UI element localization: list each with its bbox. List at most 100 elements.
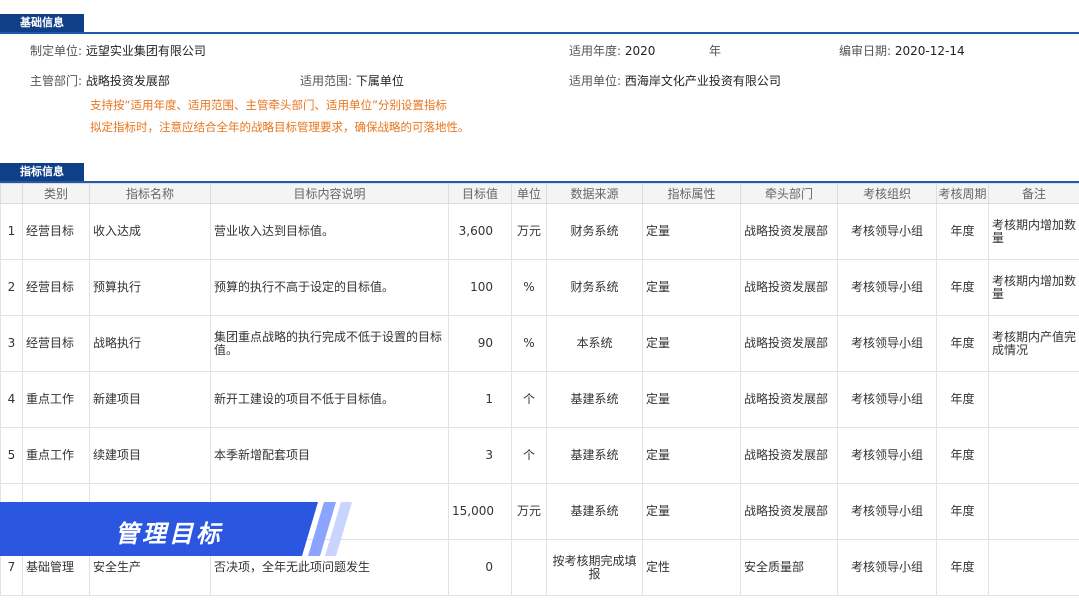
data-source-cell: 财务系统: [546, 259, 643, 316]
unit-label: 适用单位:: [569, 74, 622, 88]
col-header: 单位: [511, 183, 547, 204]
assess-org-cell: 考核领导小组: [837, 203, 937, 260]
unit-cell: [511, 539, 547, 596]
target-value-cell: 15,000: [448, 483, 512, 540]
target-value-cell: 90: [448, 315, 512, 372]
basic-info-title: 基础信息: [0, 14, 84, 32]
target-value-cell: 100: [448, 259, 512, 316]
table-row[interactable]: 2 经营目标 预算执行 预算的执行不高于设定的目标值。 100% 财务系统 定量 战略投资发展…: [0, 259, 1079, 316]
row-index: 2: [0, 259, 23, 316]
note-line-1: 支持按“适用年度、适用范围、主管牵头部门、适用单位”分别设置指标: [90, 98, 447, 112]
attribute-cell: 定量: [642, 203, 741, 260]
assess-org-cell: 考核领导小组: [837, 259, 937, 316]
col-header: 考核周期: [936, 183, 989, 204]
unit-cell: 万元: [511, 203, 547, 260]
scope-label: 适用范围:: [300, 74, 353, 88]
lead-dept-cell: 战略投资发展部: [740, 259, 838, 316]
data-source-cell: 按考核期完成填报: [546, 539, 643, 596]
period-cell: 年度: [936, 259, 989, 316]
data-source-cell: 基建系统: [546, 371, 643, 428]
dept-field: 主管部门: 战略投资发展部: [30, 72, 170, 89]
col-header: 数据来源: [546, 183, 643, 204]
year-value[interactable]: 2020: [625, 44, 656, 58]
table-header-row: 类别 指标名称 目标内容说明 目标值 单位 数据来源 指标属性 牵头部门 考核组…: [0, 183, 1079, 204]
col-header: 考核组织: [837, 183, 937, 204]
org-field: 制定单位: 远望实业集团有限公司: [30, 42, 206, 59]
attribute-cell: 定量: [642, 371, 741, 428]
indicator-info-title: 指标信息: [0, 163, 84, 181]
lead-dept-cell: 战略投资发展部: [740, 427, 838, 484]
description-cell: 新开工建设的项目不低于目标值。: [210, 371, 449, 428]
note-line-2: 拟定指标时，注意应结合全年的战略目标管理要求，确保战略的可落地性。: [90, 120, 470, 134]
category-cell: 重点工作: [22, 427, 90, 484]
row-index: 3: [0, 315, 23, 372]
row-index: 1: [0, 203, 23, 260]
attribute-cell: 定量: [642, 315, 741, 372]
remark-cell: 考核期内增加数量: [988, 259, 1079, 316]
assess-org-cell: 考核领导小组: [837, 371, 937, 428]
lead-dept-cell: 战略投资发展部: [740, 483, 838, 540]
unit-cell: %: [511, 315, 547, 372]
target-value-cell: 3,600: [448, 203, 512, 260]
unit-cell: 万元: [511, 483, 547, 540]
org-label: 制定单位:: [30, 44, 83, 58]
col-header: 指标名称: [89, 183, 211, 204]
scope-value[interactable]: 下属单位: [356, 74, 404, 88]
indicator-name-cell: 新建项目: [89, 371, 211, 428]
year-label: 适用年度:: [569, 44, 622, 58]
col-header: 备注: [988, 183, 1079, 204]
category-cell: 经营目标: [22, 203, 90, 260]
date-value[interactable]: 2020-12-14: [895, 44, 965, 58]
attribute-cell: 定性: [642, 539, 741, 596]
remark-cell: 考核期内产值完成情况: [988, 315, 1079, 372]
year-unit: 年: [709, 44, 722, 58]
col-header: [0, 183, 23, 204]
table-row[interactable]: 4 重点工作 新建项目 新开工建设的项目不低于目标值。 1 个基建系统 定量 战略投资发展部考…: [0, 371, 1079, 428]
period-cell: 年度: [936, 539, 989, 596]
remark-cell: [988, 483, 1079, 540]
remark-cell: [988, 539, 1079, 596]
unit-cell: 个: [511, 371, 547, 428]
attribute-cell: 定量: [642, 259, 741, 316]
remark-cell: [988, 371, 1079, 428]
lead-dept-cell: 战略投资发展部: [740, 203, 838, 260]
description-cell: 集团重点战略的执行完成不低于设置的目标值。: [210, 315, 449, 372]
date-label: 编审日期:: [839, 44, 892, 58]
dept-value[interactable]: 战略投资发展部: [86, 74, 170, 88]
remark-cell: 考核期内增加数量: [988, 203, 1079, 260]
target-value-cell: 3: [448, 427, 512, 484]
scope-field: 适用范围: 下属单位: [300, 72, 404, 89]
target-value-cell: 1: [448, 371, 512, 428]
description-cell: 本季新增配套项目: [210, 427, 449, 484]
period-cell: 年度: [936, 315, 989, 372]
col-header: 目标内容说明: [210, 183, 449, 204]
table-row[interactable]: 3 经营目标 战略执行 集团重点战略的执行完成不低于设置的目标值。 90% 本系统 定量 战略…: [0, 315, 1079, 372]
col-header: 牵头部门: [740, 183, 838, 204]
lead-dept-cell: 安全质量部: [740, 539, 838, 596]
row-index: 4: [0, 371, 23, 428]
description-cell: 营业收入达到目标值。: [210, 203, 449, 260]
unit-cell: 个: [511, 427, 547, 484]
assess-org-cell: 考核领导小组: [837, 483, 937, 540]
assess-org-cell: 考核领导小组: [837, 427, 937, 484]
dept-label: 主管部门:: [30, 74, 83, 88]
table-row[interactable]: 1 经营目标 收入达成 营业收入达到目标值。 3,600 万元 财务系统 定量 战略投资发展部考…: [0, 203, 1079, 260]
data-source-cell: 基建系统: [546, 483, 643, 540]
indicator-name-cell: 收入达成: [89, 203, 211, 260]
period-cell: 年度: [936, 427, 989, 484]
banner-text: 管理目标: [115, 520, 223, 548]
col-header: 目标值: [448, 183, 512, 204]
indicator-name-cell: 续建项目: [89, 427, 211, 484]
unit-value[interactable]: 西海岸文化产业投资有限公司: [625, 74, 781, 88]
section-banner: 管理目标: [0, 502, 355, 556]
data-source-cell: 基建系统: [546, 427, 643, 484]
year-field: 适用年度: 2020: [569, 42, 655, 59]
unit-field: 适用单位: 西海岸文化产业投资有限公司: [569, 72, 781, 89]
target-value-cell: 0: [448, 539, 512, 596]
data-source-cell: 本系统: [546, 315, 643, 372]
period-cell: 年度: [936, 483, 989, 540]
data-source-cell: 财务系统: [546, 203, 643, 260]
period-cell: 年度: [936, 371, 989, 428]
table-row[interactable]: 5 重点工作 续建项目 本季新增配套项目 3 个基建系统 定量 战略投资发展部 考核领导小组 年度: [0, 427, 1079, 484]
org-value[interactable]: 远望实业集团有限公司: [86, 44, 206, 58]
